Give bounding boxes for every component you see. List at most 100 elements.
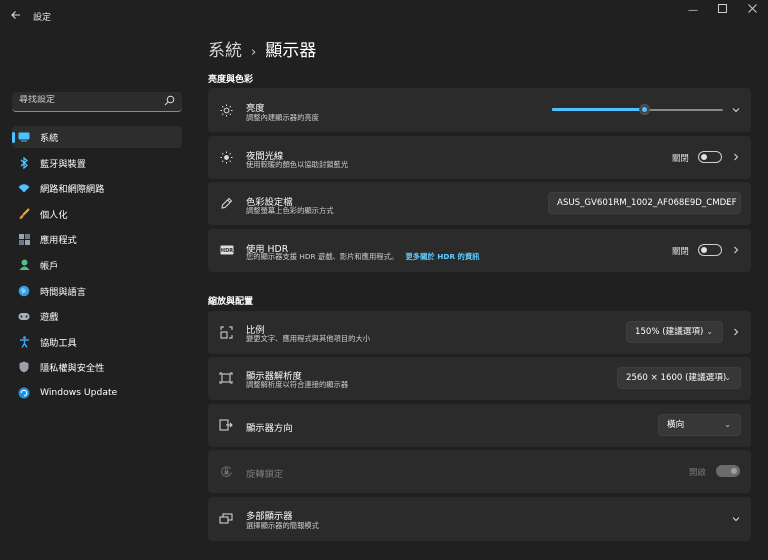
sidebar-item-network[interactable]: 網路和網際網路 [12,177,182,199]
sidebar-item-bluetooth[interactable]: 藍牙與裝置 [12,152,182,174]
sidebar-item-personalization[interactable]: 個人化 [12,203,182,225]
chevron-right-icon[interactable] [731,152,741,162]
multiple-displays-icon [219,512,233,526]
resolution-subtitle: 調整解析度以符合連接的顯示器 [246,380,349,389]
chevron-down-icon[interactable] [731,514,741,524]
sidebar-item-label: 藍牙與裝置 [40,158,86,170]
system-icon [18,131,30,143]
sidebar-item-accessibility[interactable]: 協助工具 [12,331,182,353]
sidebar-item-label: 隱私權與安全性 [40,363,105,375]
accessibility-icon [18,335,30,348]
hdr-toggle-label: 關閉 [672,246,689,256]
hdr-icon: HDR [219,243,234,257]
sidebar-item-label: 應用程式 [40,235,77,247]
resolution-card: 顯示器解析度 調整解析度以符合連接的顯示器 2560 × 1600 (建議選項)… [208,357,751,400]
close-icon[interactable] [740,4,764,18]
back-arrow-icon[interactable] [9,9,23,23]
chevron-down-icon: ⌄ [724,420,731,429]
scale-dropdown[interactable]: 150% (建議選項) ⌄ [626,321,723,343]
sidebar-item-label: 遊戲 [40,312,59,324]
brightness-card[interactable]: 亮度 調整內建顯示器的亮度 [208,88,751,132]
eyedropper-icon [219,196,233,210]
section-title-brightness-color: 亮度與色彩 [208,75,254,85]
brightness-slider[interactable] [552,104,723,115]
page-title: 顯示器 [265,41,317,61]
sidebar-item-system[interactable]: 系統 [12,126,182,148]
title-bar: 設定 — [0,0,768,30]
windows-update-icon [18,387,30,399]
sidebar-item-gaming[interactable]: 遊戲 [12,305,182,327]
search-box[interactable] [12,92,182,112]
chevron-right-icon[interactable] [731,327,741,337]
night-light-card[interactable]: 夜間光線 使用較暖的顏色以協助封鎖藍光 關閉 [208,136,751,179]
sidebar-item-label: 時間與語言 [40,286,86,298]
brightness-sun-icon [219,103,233,117]
hdr-subtitle: 您的顯示器支援 HDR 遊戲、影片和應用程式。 更多關於 HDR 的資訊 [246,252,479,262]
hdr-subtitle-text: 您的顯示器支援 HDR 遊戲、影片和應用程式。 [246,252,399,261]
hdr-badge: HDR [220,248,232,254]
maximize-icon[interactable] [710,4,734,18]
orientation-title: 顯示器方向 [246,423,293,434]
hdr-card[interactable]: HDR 使用 HDR 您的顯示器支援 HDR 遊戲、影片和應用程式。 更多關於 … [208,229,751,272]
breadcrumb-parent[interactable]: 系統 [208,41,242,61]
search-icon[interactable] [164,95,176,107]
rotation-lock-icon [219,464,233,478]
search-input[interactable] [19,95,159,105]
chevron-down-icon[interactable] [731,105,741,115]
brightness-subtitle: 調整內建顯示器的亮度 [246,113,319,122]
hdr-more-info-link[interactable]: 更多關於 HDR 的資訊 [406,252,480,261]
chevron-down-icon: ⌄ [724,198,731,207]
breadcrumb: 系統 › 顯示器 [208,36,316,61]
sidebar-item-label: 協助工具 [40,337,77,349]
slider-fill [552,108,645,111]
resolution-dropdown[interactable]: 2560 × 1600 (建議選項) ⌄ [617,367,741,389]
color-profile-card: 色彩設定檔 調整螢幕上色彩的顯示方式 ASUS_GV601RM_1002_AF0… [208,182,751,225]
app-title: 設定 [33,13,52,23]
scale-icon [219,325,233,339]
rotation-lock-toggle-label: 開啟 [689,467,706,477]
sidebar-item-privacy-security[interactable]: 隱私權與安全性 [12,356,182,378]
scale-card[interactable]: 比例 變更文字、應用程式與其他項目的大小 150% (建議選項) ⌄ [208,311,751,354]
multiple-displays-title: 多部顯示器 [246,511,293,522]
orientation-card: 顯示器方向 橫向 ⌄ [208,404,751,447]
toggle-knob [731,468,737,474]
apps-icon [18,233,30,245]
sidebar-item-label: 帳戶 [40,260,59,272]
multiple-displays-card[interactable]: 多部顯示器 選擇顯示器的簡報模式 [208,497,751,541]
slider-thumb-dot [642,107,648,112]
sidebar-item-label: 系統 [40,133,59,144]
minimize-icon[interactable]: — [681,4,705,18]
brush-icon [18,208,30,220]
scale-subtitle: 變更文字、應用程式與其他項目的大小 [246,334,371,343]
orientation-dropdown[interactable]: 橫向 ⌄ [658,414,741,436]
color-profile-subtitle: 調整螢幕上色彩的顯示方式 [246,206,334,215]
hdr-toggle[interactable] [698,244,722,256]
privacy-shield-icon [18,361,30,373]
scale-value: 150% (建議選項) [635,327,704,337]
chevron-down-icon: ⌄ [724,373,731,382]
color-profile-dropdown[interactable]: ASUS_GV601RM_1002_AF068E9D_CMDEF ⌄ [548,192,741,214]
sidebar-item-windows-update[interactable]: Windows Update [12,382,182,404]
rotation-lock-toggle[interactable] [716,465,740,477]
night-light-sun-icon [219,150,233,164]
orientation-value: 橫向 [667,420,685,430]
slider-thumb[interactable] [639,104,651,115]
sidebar-item-time-language[interactable]: 時間與語言 [12,280,182,302]
chevron-right-icon[interactable] [731,245,741,255]
resolution-icon [219,371,233,385]
brightness-title: 亮度 [246,103,265,114]
sidebar-item-label: 網路和網際網路 [40,184,105,196]
night-light-toggle-label: 關閉 [672,153,689,163]
night-light-toggle[interactable] [698,151,722,163]
rotation-lock-title: 旋轉鎖定 [246,469,284,480]
rotation-lock-card: 旋轉鎖定 開啟 [208,450,751,493]
resolution-value: 2560 × 1600 (建議選項) [626,373,727,383]
bluetooth-icon [18,156,30,169]
multiple-displays-subtitle: 選擇顯示器的簡報模式 [246,521,319,530]
orientation-icon [219,418,233,432]
selection-indicator [12,132,15,143]
account-icon [18,259,30,271]
sidebar-item-accounts[interactable]: 帳戶 [12,254,182,276]
section-title-scale-layout: 縮放與配置 [208,297,254,307]
sidebar-item-apps[interactable]: 應用程式 [12,228,182,250]
